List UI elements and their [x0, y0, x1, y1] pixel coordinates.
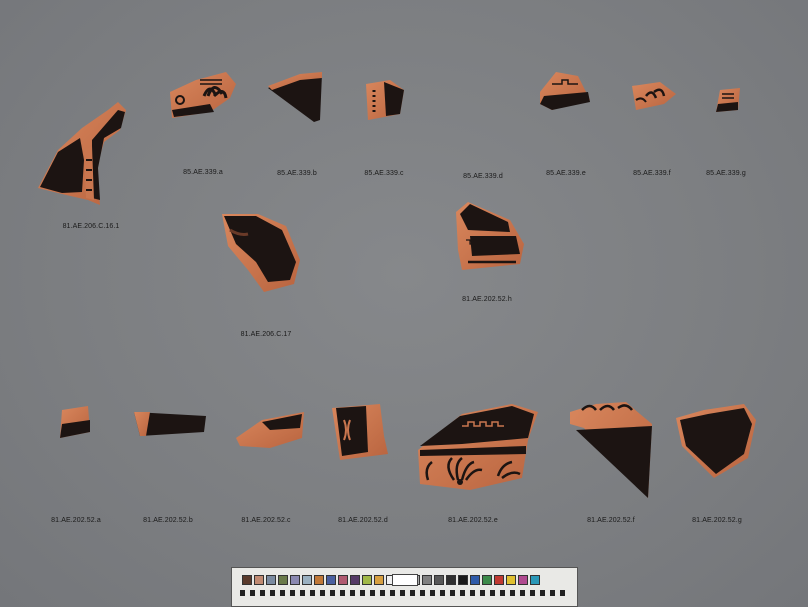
color-swatch: [446, 575, 456, 585]
label-81-ae-202-52-h: 81.AE.202.52.h: [462, 296, 512, 303]
sherd-52g: [676, 404, 756, 478]
label-85-ae-339-b: 85.AE.339.b: [277, 170, 317, 177]
label-85-ae-339-c: 85.AE.339.c: [364, 170, 404, 177]
sherd-52b: [134, 412, 206, 436]
color-calibration-card: [231, 567, 578, 607]
sherd-52d: [332, 404, 388, 460]
color-swatch: [254, 575, 264, 585]
color-swatch: [350, 575, 360, 585]
sherd-339a: [170, 72, 236, 118]
color-swatch: [530, 575, 540, 585]
color-swatch: [242, 575, 252, 585]
sherd-52h: [456, 202, 524, 270]
sherd-339c: [366, 80, 404, 120]
label-81-ae-202-52-b: 81.AE.202.52.b: [143, 517, 193, 524]
color-swatch: [482, 575, 492, 585]
label-81-ae-202-52-f: 81.AE.202.52.f: [587, 517, 635, 524]
sherds-layer: [38, 72, 756, 498]
color-swatch: [458, 575, 468, 585]
color-swatch: [506, 575, 516, 585]
sherd-339g: [716, 88, 740, 112]
label-85-ae-339-e: 85.AE.339.e: [546, 170, 586, 177]
color-swatch: [266, 575, 276, 585]
sherd-52e: [418, 404, 538, 490]
color-swatch: [302, 575, 312, 585]
label-81-ae-202-52-c: 81.AE.202.52.c: [241, 517, 291, 524]
label-81-ae-202-52-e: 81.AE.202.52.e: [448, 517, 498, 524]
label-85-ae-339-f: 85.AE.339.f: [633, 170, 671, 177]
label-81-ae-202-52-g: 81.AE.202.52.g: [692, 517, 742, 524]
photo-background: 81.AE.206.C.16.1 85.AE.339.a 85.AE.339.b…: [0, 0, 808, 607]
color-swatch: [494, 575, 504, 585]
sherd-c16-1: [38, 102, 126, 205]
color-swatch: [278, 575, 288, 585]
label-85-ae-339-a: 85.AE.339.a: [183, 169, 223, 176]
label-81-ae-202-52-a: 81.AE.202.52.a: [51, 517, 101, 524]
color-swatch: [362, 575, 372, 585]
color-swatch: [290, 575, 300, 585]
scale-ruler: [240, 590, 570, 596]
color-swatch: [374, 575, 384, 585]
color-swatch: [314, 575, 324, 585]
sherd-c17: [222, 214, 300, 292]
color-swatch: [326, 575, 336, 585]
sherd-52f: [570, 402, 652, 498]
color-swatch: [338, 575, 348, 585]
color-swatch: [470, 575, 480, 585]
sherd-52a: [60, 406, 90, 438]
color-swatch: [434, 575, 444, 585]
sherd-52c: [236, 412, 304, 448]
sherd-339e: [540, 72, 590, 110]
card-logo: [392, 574, 418, 586]
label-81-ae-202-52-d: 81.AE.202.52.d: [338, 517, 388, 524]
color-swatch: [518, 575, 528, 585]
sherd-339f: [632, 82, 676, 110]
label-85-ae-339-g: 85.AE.339.g: [706, 170, 746, 177]
sherd-339b: [268, 72, 322, 122]
label-81-ae-206-c-16-1: 81.AE.206.C.16.1: [62, 223, 120, 230]
label-81-ae-206-c-17: 81.AE.206.C.17: [240, 331, 292, 338]
label-85-ae-339-d: 85.AE.339.d: [463, 173, 503, 180]
color-swatch: [422, 575, 432, 585]
